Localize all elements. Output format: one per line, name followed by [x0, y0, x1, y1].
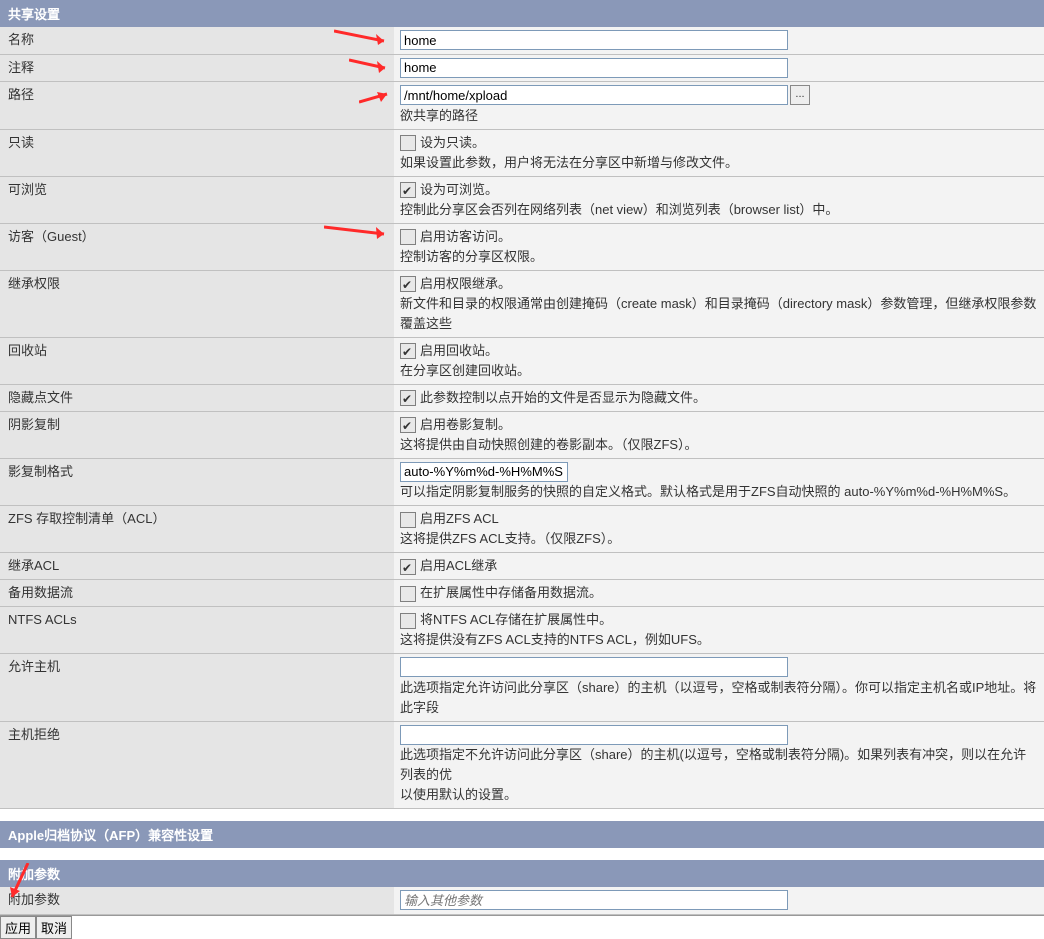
- input-comment[interactable]: [400, 58, 788, 78]
- checkbox-readonly[interactable]: [400, 135, 416, 151]
- input-path[interactable]: [400, 85, 788, 105]
- label-path: 路径: [0, 82, 394, 130]
- share-settings-panel: 共享设置 名称 注释 路径 ... 欲共享的路径: [0, 0, 1044, 939]
- label-shadow-fmt: 影复制格式: [0, 458, 394, 506]
- label-inherit-perms: 继承权限: [0, 270, 394, 337]
- desc-hosts-allow: 此选项指定允许访问此分享区（share）的主机（以逗号，空格或制表符分隔）。你可…: [400, 680, 1036, 715]
- hint-path: 欲共享的路径: [400, 108, 478, 123]
- input-hosts-deny[interactable]: [400, 725, 788, 745]
- input-name[interactable]: [400, 30, 788, 50]
- row-guest: 访客（Guest） 启用访客访问。 控制访客的分享区权限。: [0, 223, 1044, 270]
- section-header-extra: 附加参数: [0, 860, 1044, 887]
- desc-ntfs-acl: 这将提供没有ZFS ACL支持的NTFS ACL，例如UFS。: [400, 632, 710, 647]
- desc-browseable: 控制此分享区会否列在网络列表（net view）和浏览列表（browser li…: [400, 202, 838, 217]
- row-alt-stream: 备用数据流 在扩展属性中存储备用数据流。: [0, 580, 1044, 607]
- row-hosts-deny: 主机拒绝 此选项指定不允许访问此分享区（share）的主机(以逗号，空格或制表符…: [0, 721, 1044, 809]
- checkbox-ntfs-acl[interactable]: [400, 613, 416, 629]
- checkbox-zfs-acl[interactable]: [400, 512, 416, 528]
- desc-shadow: 这将提供由自动快照创建的卷影副本。（仅限ZFS）。: [400, 437, 698, 452]
- row-recycle: 回收站 启用回收站。 在分享区创建回收站。: [0, 337, 1044, 384]
- label-guest: 访客（Guest）: [0, 223, 394, 270]
- row-shadow: 阴影复制 启用卷影复制。 这将提供由自动快照创建的卷影副本。（仅限ZFS）。: [0, 411, 1044, 458]
- checkbox-alt-stream[interactable]: [400, 586, 416, 602]
- row-zfs-acl: ZFS 存取控制清单（ACL） 启用ZFS ACL 这将提供ZFS ACL支持。…: [0, 506, 1044, 553]
- desc-zfs-acl: 这将提供ZFS ACL支持。（仅限ZFS）。: [400, 531, 620, 546]
- section-header-share: 共享设置: [0, 0, 1044, 27]
- label-extra-params: 附加参数: [0, 887, 394, 914]
- row-name: 名称: [0, 27, 1044, 54]
- browse-button[interactable]: ...: [790, 85, 810, 105]
- checkbox-shadow[interactable]: [400, 417, 416, 433]
- label-alt-stream: 备用数据流: [0, 580, 394, 607]
- checkbox-hide-dot[interactable]: [400, 390, 416, 406]
- desc-readonly: 如果设置此参数，用户将无法在分享区中新增与修改文件。: [400, 155, 738, 170]
- row-hide-dot: 隐藏点文件 此参数控制以点开始的文件是否显示为隐藏文件。: [0, 384, 1044, 411]
- label-readonly: 只读: [0, 129, 394, 176]
- row-extra-params: 附加参数: [0, 887, 1044, 914]
- row-inherit-perms: 继承权限 启用权限继承。 新文件和目录的权限通常由创建掩码（create mas…: [0, 270, 1044, 337]
- label-hosts-deny: 主机拒绝: [0, 721, 394, 809]
- row-hosts-allow: 允许主机 此选项指定允许访问此分享区（share）的主机（以逗号，空格或制表符分…: [0, 654, 1044, 722]
- desc-shadow-fmt: 可以指定阴影复制服务的快照的自定义格式。默认格式是用于ZFS自动快照的 auto…: [400, 484, 1016, 499]
- section-header-afp: Apple归档协议（AFP）兼容性设置: [0, 821, 1044, 848]
- row-shadow-fmt: 影复制格式 可以指定阴影复制服务的快照的自定义格式。默认格式是用于ZFS自动快照…: [0, 458, 1044, 506]
- extra-form: 附加参数: [0, 887, 1044, 915]
- label-ntfs-acl: NTFS ACLs: [0, 607, 394, 654]
- checkbox-inherit-perms[interactable]: [400, 276, 416, 292]
- label-hosts-allow: 允许主机: [0, 654, 394, 722]
- label-inherit-acl: 继承ACL: [0, 553, 394, 580]
- label-browseable: 可浏览: [0, 176, 394, 223]
- row-inherit-acl: 继承ACL 启用ACL继承: [0, 553, 1044, 580]
- row-ntfs-acl: NTFS ACLs 将NTFS ACL存储在扩展属性中。 这将提供没有ZFS A…: [0, 607, 1044, 654]
- desc-guest: 控制访客的分享区权限。: [400, 249, 543, 264]
- input-extra-params[interactable]: [400, 890, 788, 910]
- row-comment: 注释: [0, 54, 1044, 82]
- checkbox-guest[interactable]: [400, 229, 416, 245]
- checkbox-recycle[interactable]: [400, 343, 416, 359]
- label-zfs-acl: ZFS 存取控制清单（ACL）: [0, 506, 394, 553]
- row-readonly: 只读 设为只读。 如果设置此参数，用户将无法在分享区中新增与修改文件。: [0, 129, 1044, 176]
- desc-inherit-perms: 新文件和目录的权限通常由创建掩码（create mask）和目录掩码（direc…: [400, 296, 1036, 331]
- label-recycle: 回收站: [0, 337, 394, 384]
- label-hide-dot: 隐藏点文件: [0, 384, 394, 411]
- desc-hosts-deny: 此选项指定不允许访问此分享区（share）的主机(以逗号，空格或制表符分隔)。如…: [400, 747, 1026, 782]
- label-comment: 注释: [0, 54, 394, 82]
- input-shadow-fmt[interactable]: [400, 462, 568, 482]
- row-path: 路径 ... 欲共享的路径: [0, 82, 1044, 130]
- desc-recycle: 在分享区创建回收站。: [400, 363, 530, 378]
- label-shadow: 阴影复制: [0, 411, 394, 458]
- share-form: 名称 注释 路径 ... 欲共享的路径 只读: [0, 27, 1044, 809]
- row-browseable: 可浏览 设为可浏览。 控制此分享区会否列在网络列表（net view）和浏览列表…: [0, 176, 1044, 223]
- label-name: 名称: [0, 27, 394, 54]
- checkbox-browseable[interactable]: [400, 182, 416, 198]
- input-hosts-allow[interactable]: [400, 657, 788, 677]
- apply-button[interactable]: 应用: [0, 916, 36, 939]
- checkbox-inherit-acl[interactable]: [400, 559, 416, 575]
- footer-buttons: 应用取消: [0, 915, 1044, 939]
- cancel-button[interactable]: 取消: [36, 916, 72, 939]
